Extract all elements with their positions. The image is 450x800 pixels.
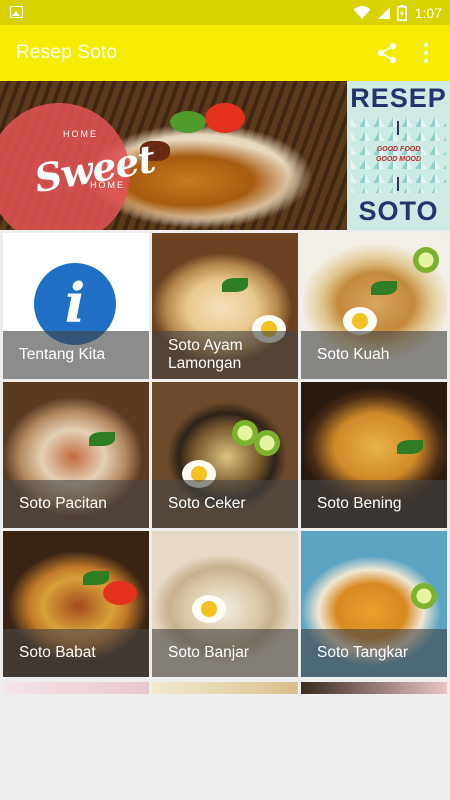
logo-divider-top: [397, 121, 399, 135]
grid-item-soto-bening[interactable]: Soto Bening: [301, 382, 447, 528]
app-bar: Resep Soto: [0, 25, 450, 81]
more-vert-icon[interactable]: [416, 42, 436, 64]
grid-item-soto-banjar[interactable]: Soto Banjar: [152, 531, 298, 677]
soto-banner-photo: HOME Sweet HOME: [0, 81, 347, 230]
grid-item-tentang-kita[interactable]: i Tentang Kita: [3, 233, 149, 379]
status-bar: 1:07: [0, 0, 450, 25]
herb-decoration: [170, 111, 206, 133]
lime-decoration: [254, 430, 280, 456]
battery-icon: [396, 5, 407, 21]
image-icon: [10, 6, 23, 18]
badge-home-bottom: HOME: [90, 180, 125, 190]
tomato-decoration: [205, 103, 245, 133]
status-time: 1:07: [414, 5, 442, 21]
tomato-decoration: [103, 581, 137, 605]
grid-item-soto-babat[interactable]: Soto Babat: [3, 531, 149, 677]
herb-decoration: [397, 440, 423, 454]
resep-soto-logo: RESEP GOOD FOOD GOOD MOOD SOTO: [347, 81, 450, 230]
grid-item-partial[interactable]: [3, 682, 149, 694]
grid-item-soto-kuah[interactable]: Soto Kuah: [301, 233, 447, 379]
grid-item-label: Soto Kuah: [317, 346, 390, 363]
egg-decoration: [192, 595, 226, 623]
herb-decoration: [83, 571, 109, 585]
grid-item-label: Soto Tangkar: [317, 644, 409, 661]
wifi-icon: [353, 6, 371, 19]
logo-tag-good-mood: GOOD MOOD: [375, 156, 422, 163]
logo-divider-bottom: [397, 177, 399, 191]
herb-decoration: [371, 281, 397, 295]
signal-icon: [377, 7, 390, 19]
logo-word-resep: RESEP: [350, 83, 447, 113]
grid-item-label: Soto Ceker: [168, 495, 246, 512]
grid-item-label: Soto Bening: [317, 495, 402, 512]
grid-item-partial[interactable]: [301, 682, 447, 694]
grid-item-label: Soto Pacitan: [19, 495, 107, 512]
grid-item-partial[interactable]: [152, 682, 298, 694]
status-icons: 1:07: [353, 3, 442, 23]
share-icon[interactable]: [376, 42, 398, 64]
herb-decoration: [89, 432, 115, 446]
grid-item-label: Tentang Kita: [19, 346, 106, 363]
header-banner: HOME Sweet HOME RESEP GOOD FOOD GOOD MOO…: [0, 81, 450, 230]
app-title: Resep Soto: [16, 42, 118, 63]
grid-item-label: Soto Banjar: [168, 644, 249, 661]
grid-item-label: Soto Ayam Lamongan: [168, 337, 243, 372]
badge-home-top: HOME: [63, 129, 98, 139]
logo-tag-good-food: GOOD FOOD: [376, 146, 421, 153]
herb-decoration: [222, 278, 248, 292]
grid-item-soto-pacitan[interactable]: Soto Pacitan: [3, 382, 149, 528]
grid-item-label: Soto Babat: [19, 644, 96, 661]
logo-word-soto: SOTO: [358, 196, 439, 226]
grid-item-soto-ayam-lamongan[interactable]: Soto Ayam Lamongan: [152, 233, 298, 379]
lime-decoration: [411, 583, 437, 609]
lime-decoration: [413, 247, 439, 273]
grid-item-soto-tangkar[interactable]: Soto Tangkar: [301, 531, 447, 677]
grid-item-soto-ceker[interactable]: Soto Ceker: [152, 382, 298, 528]
